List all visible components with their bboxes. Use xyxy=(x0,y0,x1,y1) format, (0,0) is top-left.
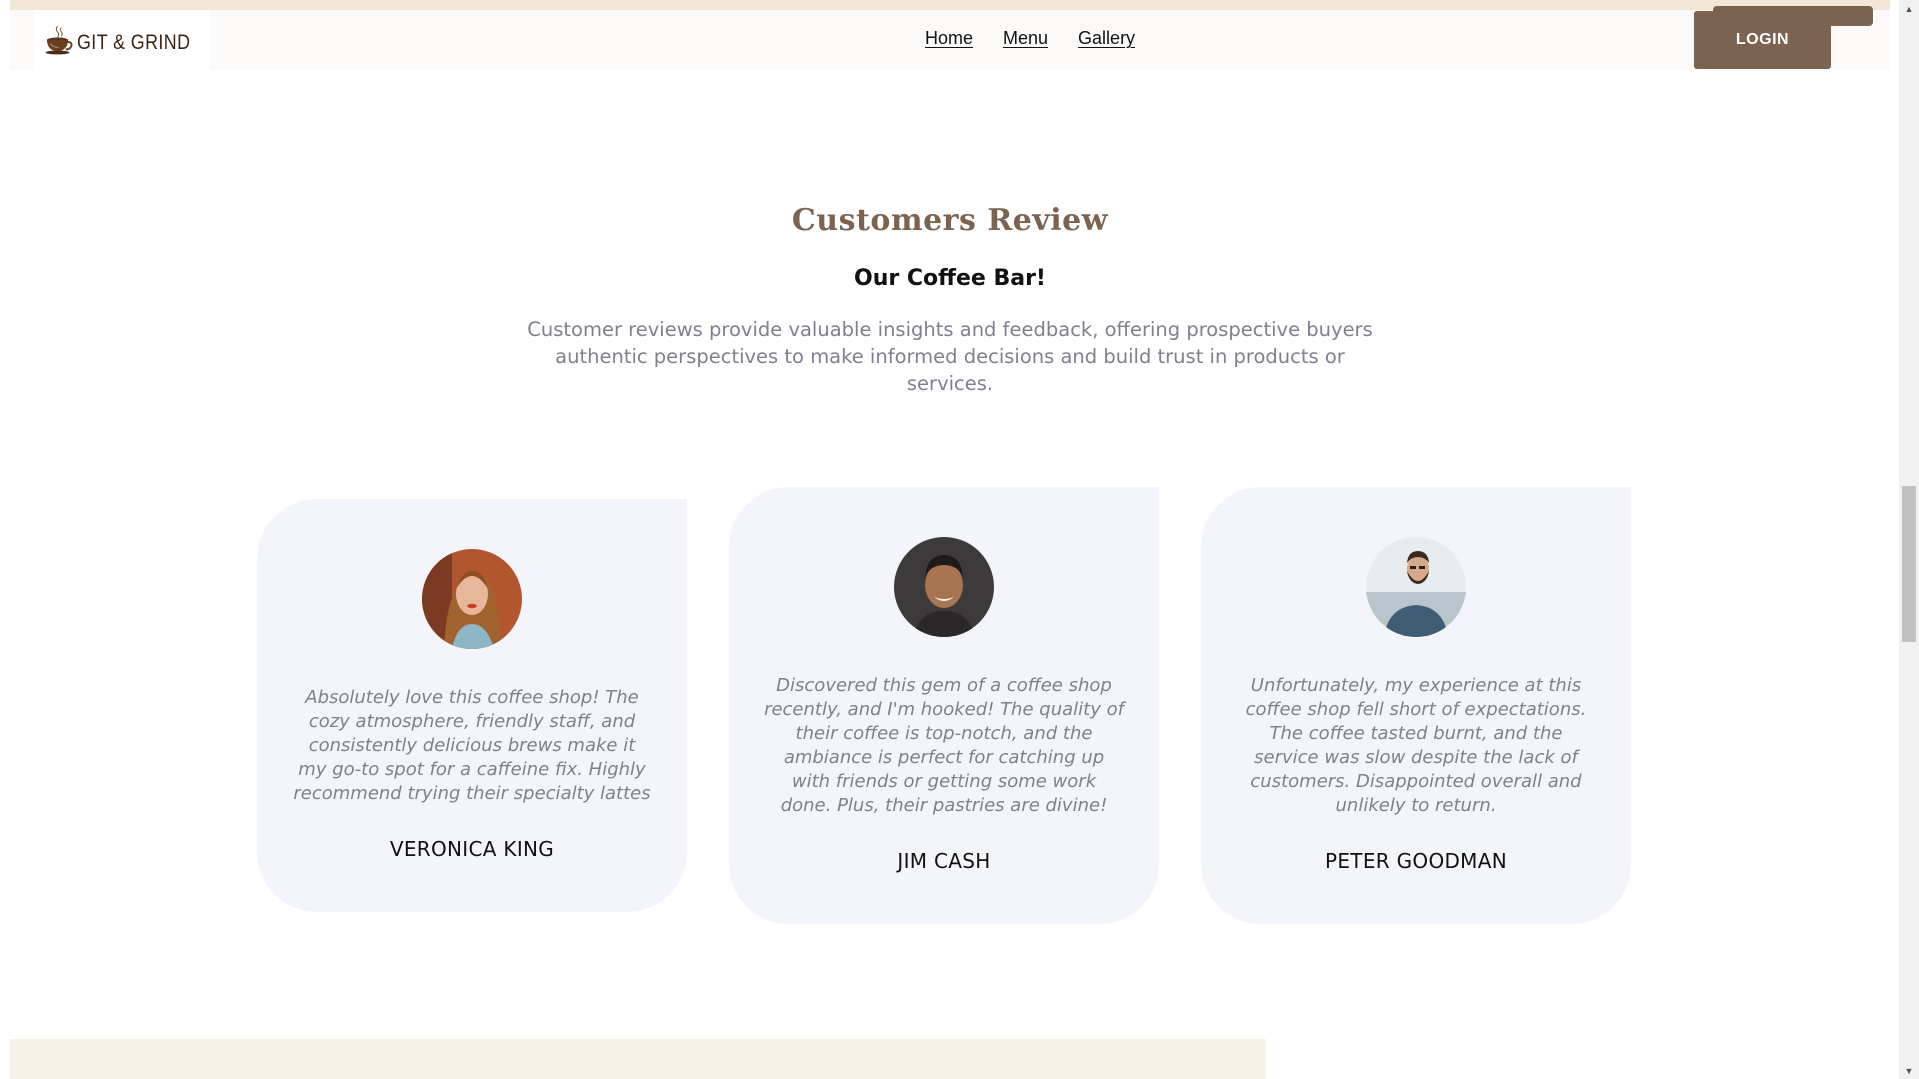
review-text: Unfortunately, my experience at this cof… xyxy=(1245,675,1587,816)
reviewer-name: PETER GOODMAN xyxy=(1325,849,1507,873)
section-subtitle: Our Coffee Bar! xyxy=(854,266,1046,291)
reviewer-name: JIM CASH xyxy=(897,849,991,873)
review-card: Unfortunately, my experience at this cof… xyxy=(1201,487,1631,924)
scroll-up-arrow-icon[interactable]: ▲ xyxy=(1899,0,1919,17)
navbar: GIT & GRIND Home Menu Gallery xyxy=(10,10,1890,70)
top-beige-strip xyxy=(10,0,1890,10)
review-card: Discovered this gem of a coffee shop rec… xyxy=(729,487,1159,924)
vertical-scrollbar[interactable]: ▲ ▼ xyxy=(1899,0,1919,1079)
logo-text: GIT & GRIND xyxy=(76,31,190,54)
bottom-beige-strip xyxy=(10,1039,1266,1079)
section-title: Customers Review xyxy=(791,203,1109,238)
scrollbar-thumb[interactable] xyxy=(1902,486,1916,642)
avatar xyxy=(894,537,994,637)
man-portrait-bearded-icon xyxy=(1366,537,1466,637)
nav-menu-link[interactable]: Menu xyxy=(1003,28,1048,49)
reviewer-name: VERONICA KING xyxy=(389,837,555,861)
nav-gallery-link[interactable]: Gallery xyxy=(1078,28,1135,49)
nav-home-link[interactable]: Home xyxy=(925,28,973,49)
review-card: Absolutely love this coffee shop! The co… xyxy=(257,499,687,912)
section-description: Customer reviews provide valuable insigh… xyxy=(527,318,1373,395)
woman-portrait-icon xyxy=(422,549,522,649)
review-text: Absolutely love this coffee shop! The co… xyxy=(293,687,651,804)
man-portrait-smiling-icon xyxy=(894,537,994,637)
avatar xyxy=(1366,537,1466,637)
nav-links: Home Menu Gallery xyxy=(925,28,1135,49)
login-button[interactable]: LOGIN xyxy=(1694,11,1831,69)
coffee-cup-icon xyxy=(45,25,73,55)
review-text: Discovered this gem of a coffee shop rec… xyxy=(764,675,1124,816)
logo[interactable]: GIT & GRIND xyxy=(35,10,210,70)
scroll-down-arrow-icon[interactable]: ▼ xyxy=(1899,1062,1919,1079)
avatar xyxy=(422,549,522,649)
